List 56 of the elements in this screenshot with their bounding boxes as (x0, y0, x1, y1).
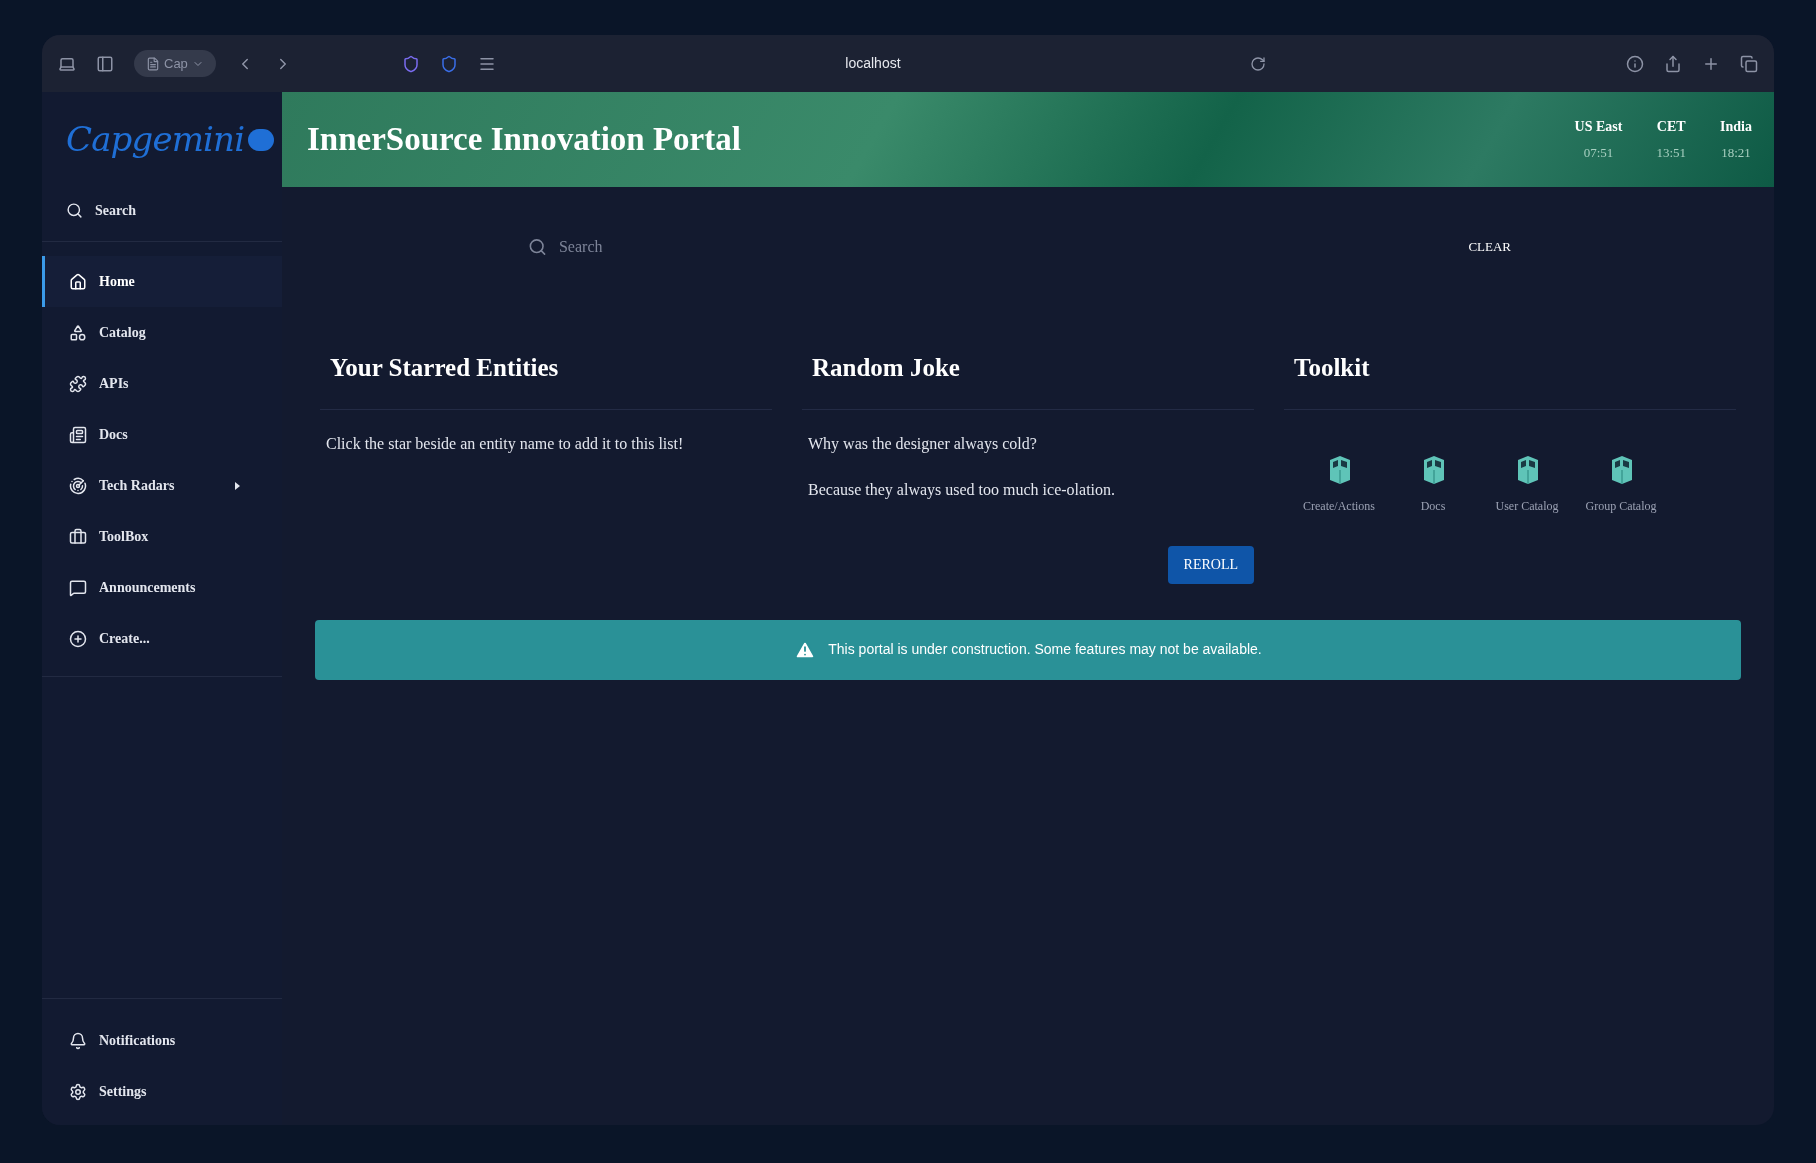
banner-text: This portal is under construction. Some features may not be available. (828, 640, 1262, 659)
joke-text: Because they always used too much ice-olation. (807, 479, 1116, 501)
reroll-button[interactable]: REROLL (1167, 545, 1254, 584)
clock-time: 13:51 (1656, 144, 1687, 163)
sidebar-item[interactable]: Docs (42, 409, 282, 460)
joke-text: Why was the designer always cold? (807, 433, 1038, 455)
sidebar-search[interactable]: Search (42, 187, 282, 233)
card-title: Random Joke (812, 353, 961, 383)
sidebar-item[interactable]: Notifications (42, 1015, 282, 1066)
shapes-icon (69, 323, 87, 342)
clear-button[interactable]: CLEAR (1460, 233, 1519, 261)
tab-group-button[interactable]: Cap (134, 49, 216, 78)
card-title: Toolkit (1294, 353, 1371, 383)
toolkit-item[interactable]: Group Catalog (1574, 453, 1668, 514)
clock-zone: CET (1656, 118, 1686, 137)
clock-zone: India (1720, 118, 1752, 137)
shield-icon[interactable] (401, 54, 420, 73)
sidebar-item[interactable]: Announcements (42, 562, 282, 613)
logo-mark-icon (248, 128, 275, 151)
search-icon (66, 201, 83, 219)
toolkit-item[interactable]: Create/Actions (1292, 453, 1386, 514)
clock-time: 07:51 (1583, 144, 1614, 163)
sidebar-item[interactable]: APIs (42, 358, 282, 409)
sidebar-item[interactable]: Settings (42, 1066, 282, 1117)
toolkit-item[interactable]: Docs (1386, 453, 1480, 514)
card-title: Your Starred Entities (330, 353, 560, 383)
info-icon[interactable] (1626, 54, 1644, 73)
tabs-icon[interactable] (1740, 54, 1758, 73)
puzzle-icon (69, 374, 87, 393)
clock-zone: US East (1574, 118, 1623, 137)
clock-time: 18:21 (1721, 144, 1751, 163)
sidebar-item[interactable]: Tech Radars (42, 460, 282, 511)
settings-icon (69, 1082, 87, 1101)
sidebar-item[interactable]: Home (42, 256, 282, 307)
home-icon (69, 272, 87, 291)
shield-icon[interactable] (439, 54, 458, 73)
sidebar-toggle-icon[interactable] (96, 54, 114, 73)
bell-icon (69, 1031, 87, 1050)
address-bar[interactable]: localhost (845, 53, 901, 74)
sidebar-item[interactable]: Create... (42, 613, 282, 664)
chat-icon (69, 578, 87, 597)
toolkit-item[interactable]: User Catalog (1480, 453, 1574, 514)
share-icon[interactable] (1664, 54, 1682, 73)
plus-circle-icon (69, 629, 87, 648)
page-title: InnerSource Innovation Portal (307, 119, 741, 159)
radar-icon (69, 476, 87, 495)
briefcase-icon (69, 527, 87, 546)
sidebar-item[interactable]: Catalog (42, 307, 282, 358)
card-text: Click the star beside an entity name to add it to this list! (325, 433, 685, 455)
sidebar-item[interactable]: ToolBox (42, 511, 282, 562)
document-icon (69, 425, 87, 444)
document-icon (146, 56, 160, 71)
logo[interactable]: Capgemini (66, 114, 275, 165)
search-icon (528, 237, 547, 257)
search-field[interactable]: Search (558, 235, 1128, 259)
reload-icon[interactable] (1250, 55, 1266, 72)
